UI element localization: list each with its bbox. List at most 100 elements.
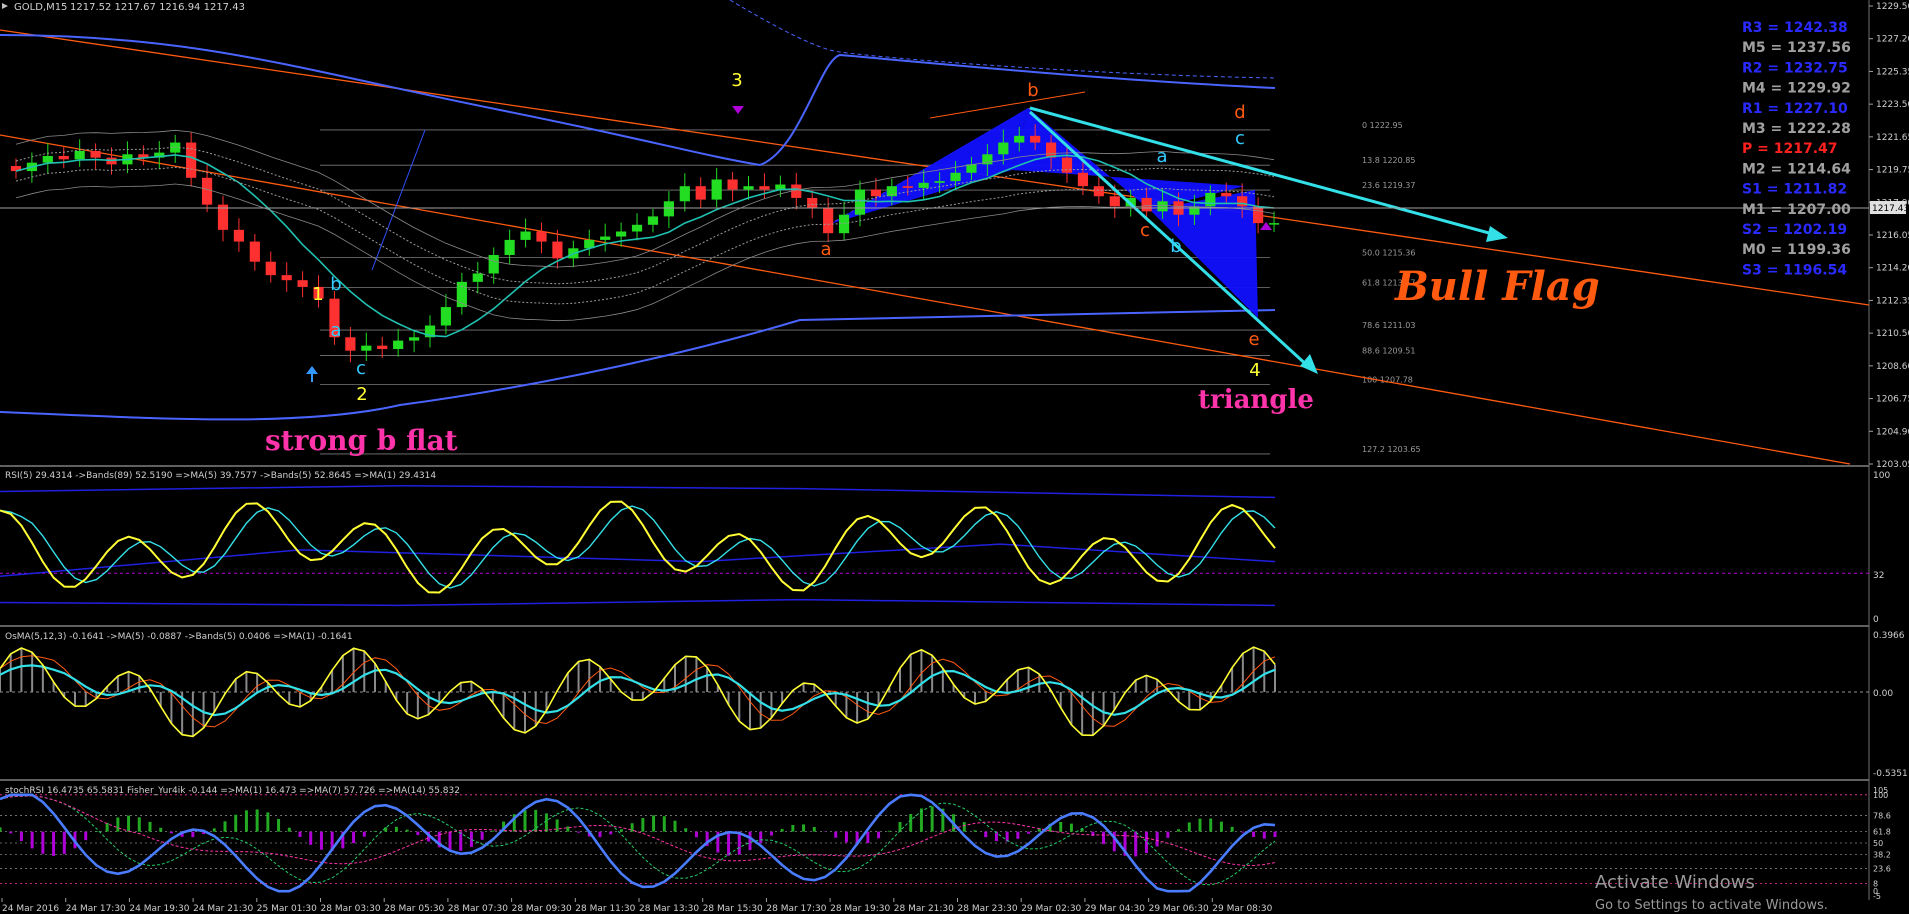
candle-body[interactable]: [297, 280, 308, 287]
chart-canvas[interactable]: 0 1222.95 13.8 1220.85 23.6 1219.37 50.0 12…: [0, 0, 1909, 914]
purple-arrow-down-icon: [732, 106, 744, 114]
candle-body[interactable]: [600, 236, 611, 240]
wave-label: 2: [356, 384, 367, 405]
candle-body[interactable]: [1093, 186, 1104, 197]
candle-body[interactable]: [950, 172, 961, 182]
time-tick-label: 28 Mar 11:30: [575, 904, 635, 914]
trend-channel[interactable]: [0, 29, 1870, 465]
stoch-axis-label: 100: [1873, 791, 1888, 800]
candle-body[interactable]: [504, 239, 515, 256]
time-tick-label: 28 Mar 05:30: [384, 904, 444, 914]
wave-label: b: [1170, 236, 1181, 257]
candle-body[interactable]: [1141, 197, 1152, 212]
candle-body[interactable]: [201, 177, 213, 205]
strong-b-flat-annotation: strong b flat: [265, 424, 458, 457]
candle-body[interactable]: [1030, 135, 1041, 143]
stoch-rsi-pane[interactable]: [0, 793, 1869, 893]
price-axis[interactable]: 1229.50 1227.20 1225.35 1223.50 1221.65 1219.…: [1869, 2, 1909, 470]
candle-body[interactable]: [1061, 157, 1073, 173]
candle-body[interactable]: [393, 340, 404, 350]
price-tick-label: 1221.65: [1876, 133, 1909, 143]
rsi-pane[interactable]: [0, 484, 1869, 607]
candle-body[interactable]: [233, 229, 245, 242]
candle-body[interactable]: [743, 186, 754, 190]
candle-body[interactable]: [1253, 206, 1264, 224]
candle-body[interactable]: [265, 261, 276, 276]
blue-diagonal-line[interactable]: [371, 129, 426, 271]
candle-body[interactable]: [90, 150, 101, 158]
stoch-axis: 10510078.661.85038.223.680-5: [1873, 786, 1891, 901]
candle-body[interactable]: [854, 189, 866, 215]
time-tick-label: 29 Mar 02:30: [1021, 904, 1081, 914]
osma-label: OsMA(5,12,3) -0.1641 ->MA(5) -0.0887 ->B…: [5, 632, 353, 642]
pivot-level: M4 = 1229.92: [1742, 81, 1851, 97]
candle-body[interactable]: [759, 186, 770, 190]
stoch-axis-label: -5: [1873, 892, 1881, 901]
candle-body[interactable]: [281, 275, 292, 281]
candle-body[interactable]: [186, 142, 197, 178]
pivot-level: P = 1217.47: [1742, 141, 1838, 157]
candle-body[interactable]: [823, 208, 834, 234]
candle-body[interactable]: [249, 241, 260, 262]
candle-body[interactable]: [74, 150, 85, 160]
candle-body[interactable]: [42, 155, 53, 163]
cyan-arrows[interactable]: [306, 106, 1508, 382]
price-tick-label: 1206.75: [1876, 395, 1909, 405]
time-tick-label: 24 Mar 21:30: [193, 904, 253, 914]
candle-body[interactable]: [1157, 201, 1168, 212]
candle-body[interactable]: [616, 231, 627, 237]
candle-body[interactable]: [1109, 196, 1120, 207]
osma-pane[interactable]: [0, 646, 1869, 738]
wave-label: a: [1156, 146, 1167, 167]
candle-body[interactable]: [1268, 223, 1280, 225]
candle-body[interactable]: [807, 197, 818, 209]
candle-body[interactable]: [536, 231, 547, 242]
candle-body[interactable]: [1014, 135, 1025, 143]
candle-body[interactable]: [345, 337, 356, 351]
fib-level-label: 50.0 1215.36: [1362, 248, 1415, 257]
orange-short-line[interactable]: [929, 91, 1086, 119]
rsi-line: [0, 500, 1276, 594]
candle-body[interactable]: [361, 345, 372, 351]
fib-level-label: 13.8 1220.85: [1362, 156, 1415, 165]
candle-body[interactable]: [1077, 172, 1089, 187]
candle-body[interactable]: [918, 182, 929, 188]
candle-body[interactable]: [679, 186, 690, 202]
rsi-axis-0: 0: [1873, 615, 1879, 625]
candle-body[interactable]: [934, 181, 945, 183]
candle-body[interactable]: [1205, 192, 1216, 207]
fib-level-label: 100 1207.78: [1362, 376, 1413, 385]
candle-body[interactable]: [902, 186, 913, 188]
candle-body[interactable]: [663, 201, 674, 217]
candle-body[interactable]: [408, 337, 420, 341]
candle-body[interactable]: [472, 273, 483, 282]
candle-body[interactable]: [727, 179, 738, 190]
candle-body[interactable]: [377, 345, 388, 350]
candle-body[interactable]: [631, 224, 643, 232]
candle-body[interactable]: [998, 142, 1009, 155]
rsi-lower-band: [0, 598, 1276, 607]
candle-body[interactable]: [520, 231, 531, 240]
candle-body[interactable]: [695, 186, 706, 200]
candle-body[interactable]: [440, 307, 452, 326]
wave-label: b: [1027, 80, 1038, 101]
osma-axis-bottom: -0.5351: [1873, 769, 1908, 779]
candle-body[interactable]: [711, 179, 722, 200]
symbol-arrow-icon: [2, 3, 8, 9]
time-tick-label: 28 Mar 09:30: [512, 904, 572, 914]
candle-body[interactable]: [552, 241, 563, 259]
candle-body[interactable]: [488, 255, 499, 274]
ohlc-label: 1217.52 1217.67 1216.94 1217.43: [70, 2, 245, 13]
time-tick-label: 28 Mar 07:30: [448, 904, 508, 914]
wave-label: d: [1234, 102, 1245, 123]
time-tick-label: 24 Mar 17:30: [66, 904, 126, 914]
candle-body[interactable]: [1221, 192, 1232, 197]
price-tick-label: 1216.05: [1876, 231, 1909, 241]
price-tick-label: 1223.50: [1876, 100, 1909, 110]
candle-body[interactable]: [647, 216, 659, 225]
time-tick-label: 28 Mar 15:30: [703, 904, 763, 914]
wave-label: 1: [312, 284, 323, 305]
time-axis[interactable]: 24 Mar 2016 24 Mar 17:30 24 Mar 19:30 24 Ma…: [1, 898, 1273, 914]
candle-body[interactable]: [870, 189, 882, 197]
candle-body[interactable]: [58, 155, 69, 160]
